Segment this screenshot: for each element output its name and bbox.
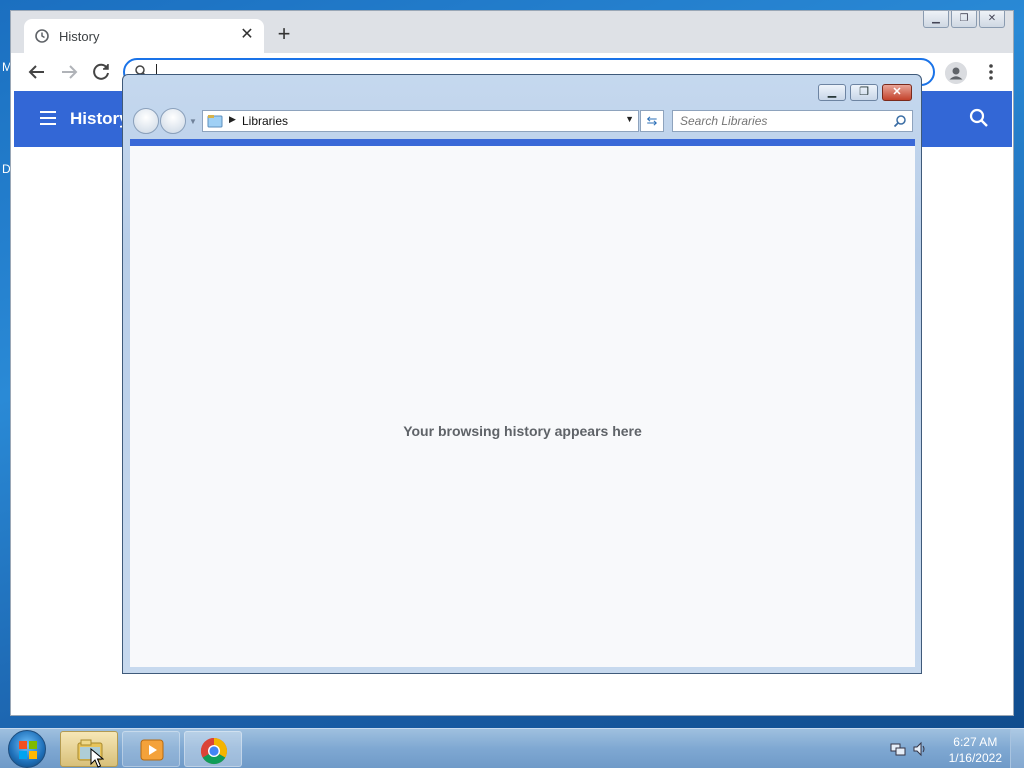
explorer-window: ▁ ❐ ✕ ▼ ▶ Libraries ▼ ⇆ Your browsing hi… xyxy=(122,74,922,674)
system-tray xyxy=(890,741,928,757)
page-title: History xyxy=(70,109,129,128)
taskbar-chrome-button[interactable] xyxy=(184,731,242,767)
history-clock-icon xyxy=(35,29,49,43)
address-bar[interactable]: ▶ Libraries ▼ xyxy=(202,110,639,132)
mouse-pointer-icon xyxy=(90,748,104,768)
libraries-folder-icon xyxy=(207,115,223,128)
maximize-button[interactable]: ❐ xyxy=(951,11,977,28)
window-controls: ▁ ❐ ✕ xyxy=(921,11,1005,29)
tab-history[interactable]: History ✕ xyxy=(24,19,264,53)
taskbar: 6:27 AM 1/16/2022 xyxy=(0,728,1024,768)
maximize-button[interactable]: ❐ xyxy=(850,84,878,101)
search-libraries-box xyxy=(672,110,913,132)
clock-date: 1/16/2022 xyxy=(948,751,1002,765)
tab-strip: History ✕ + ▁ ❐ ✕ xyxy=(11,11,1013,53)
new-tab-button[interactable]: + xyxy=(273,23,295,46)
search-icon[interactable] xyxy=(893,114,907,128)
close-button[interactable]: ✕ xyxy=(979,11,1005,28)
media-player-icon xyxy=(140,739,164,761)
minimize-button[interactable]: ▁ xyxy=(818,84,846,101)
hamburger-icon[interactable] xyxy=(38,108,58,128)
network-icon[interactable] xyxy=(890,741,906,757)
reload-icon[interactable] xyxy=(89,60,113,84)
recent-pages-dropdown-icon[interactable]: ▼ xyxy=(189,117,197,126)
minimize-button[interactable]: ▁ xyxy=(923,11,949,28)
start-button[interactable] xyxy=(8,730,46,768)
arrow-right-icon[interactable] xyxy=(57,60,81,84)
tab-title: History xyxy=(59,29,100,44)
windows-logo-icon xyxy=(19,741,37,759)
search-icon[interactable] xyxy=(968,107,990,129)
taskbar-explorer-button[interactable] xyxy=(60,731,118,767)
breadcrumb-libraries[interactable]: Libraries xyxy=(242,114,288,128)
close-tab-icon[interactable]: ✕ xyxy=(238,26,256,44)
address-dropdown-icon[interactable]: ▼ xyxy=(625,114,634,124)
clock-time: 6:27 AM xyxy=(953,735,998,749)
forward-button[interactable] xyxy=(160,108,186,134)
arrow-left-icon[interactable] xyxy=(25,60,49,84)
content-pane: Your browsing history appears here xyxy=(130,139,915,667)
refresh-button[interactable]: ⇆ xyxy=(640,110,664,132)
vertical-dots-icon[interactable] xyxy=(979,60,1003,84)
breadcrumb-arrow-icon[interactable]: ▶ xyxy=(229,114,236,125)
search-input[interactable] xyxy=(673,111,888,131)
back-button[interactable] xyxy=(133,108,159,134)
empty-history-message: Your browsing history appears here xyxy=(403,423,642,439)
volume-icon[interactable] xyxy=(912,741,928,757)
person-icon[interactable] xyxy=(945,62,967,84)
close-button[interactable]: ✕ xyxy=(882,84,912,101)
chrome-icon xyxy=(200,737,228,765)
explorer-window-controls: ▁ ❐ ✕ xyxy=(814,84,912,101)
show-desktop-button[interactable] xyxy=(1010,729,1024,768)
taskbar-clock[interactable]: 6:27 AM 1/16/2022 xyxy=(949,734,1002,766)
taskbar-media-player-button[interactable] xyxy=(122,731,180,767)
